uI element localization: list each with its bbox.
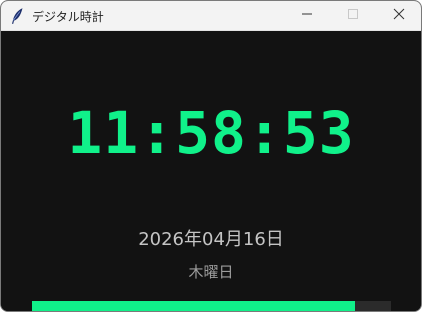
title-bar[interactable]: デジタル時計 [1,1,421,31]
window-title: デジタル時計 [32,10,104,24]
date-display: 2026年04月16日 [138,229,284,250]
minimize-icon [301,7,313,25]
clock-panel: 11:58:53 2026年04月16日 木曜日 [1,31,421,311]
maximize-button[interactable] [330,1,376,31]
seconds-progress-fill [32,301,356,311]
weekday-display: 木曜日 [188,263,234,281]
maximize-icon [347,7,359,25]
close-button[interactable] [376,1,421,31]
app-window: デジタル時計 11:58:53 2026年04月16日 木曜日 [0,0,422,312]
close-icon [393,7,405,25]
seconds-progress-bar [32,301,391,311]
time-display: 11:58:53 [67,99,355,167]
minimize-button[interactable] [284,1,330,31]
feather-icon [9,7,25,25]
